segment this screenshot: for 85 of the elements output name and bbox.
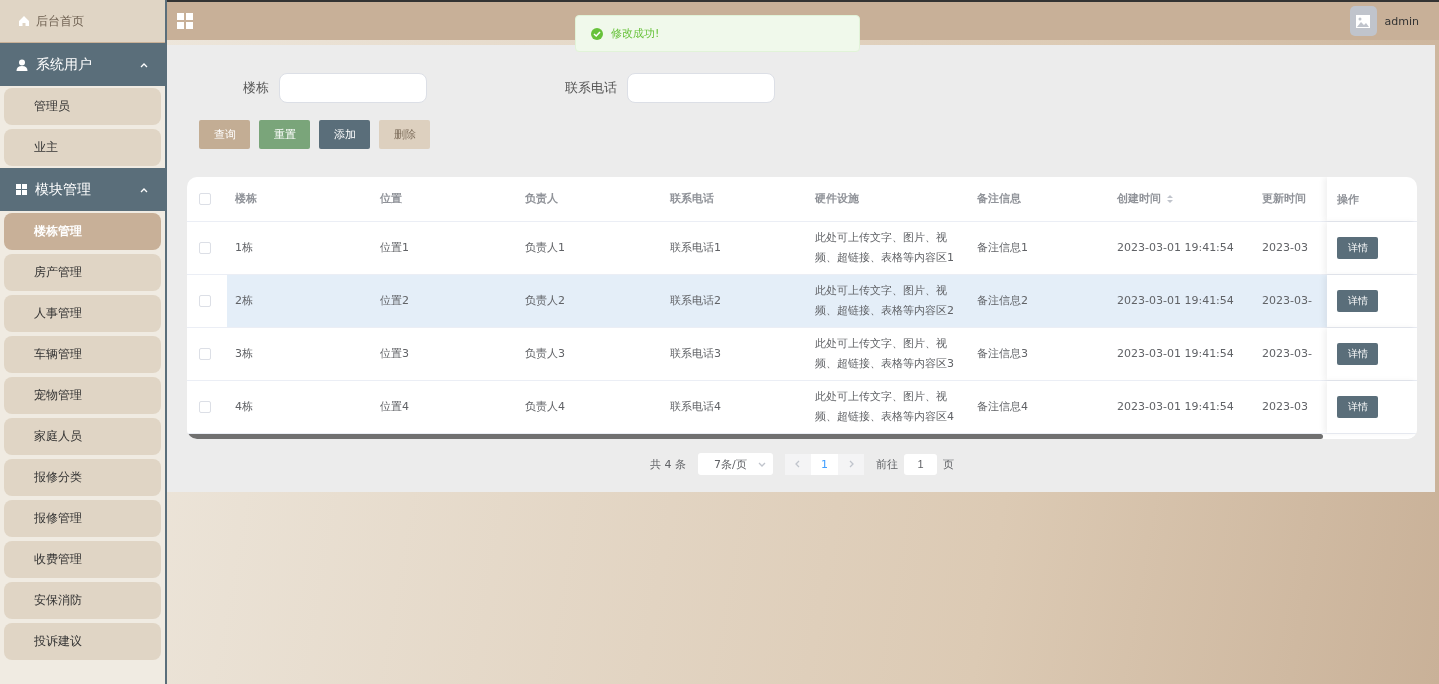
- sidebar-item[interactable]: 管理员: [4, 88, 161, 125]
- sidebar-item[interactable]: 房产管理: [4, 254, 161, 291]
- table-cell-text: 4栋: [235, 399, 253, 415]
- page-input[interactable]: 1: [904, 453, 937, 475]
- scrollbar[interactable]: [187, 434, 1323, 439]
- checkbox[interactable]: [199, 193, 211, 205]
- checkbox[interactable]: [199, 242, 211, 254]
- table-cell-text: 2栋: [235, 293, 253, 309]
- field-label: 联系电话: [564, 79, 618, 97]
- page-suffix: 页: [943, 456, 954, 472]
- table-cell-text: 2023-03-01 19:41:54: [1117, 399, 1234, 415]
- column-header: 更新时间: [1261, 191, 1307, 207]
- sort-icon: [1166, 194, 1174, 204]
- table-cell-text: 2023-03-: [1262, 293, 1312, 309]
- column-header: 联系电话: [669, 191, 715, 207]
- sidebar-item[interactable]: 收费管理: [4, 541, 161, 578]
- table-cell-text: 位置2: [380, 293, 409, 309]
- table-cell-text: 此处可上传文字、图片、视频、超链接、表格等内容区4: [815, 389, 955, 425]
- table-cell-text: 2023-03-01 19:41:54: [1117, 240, 1234, 256]
- column-header: 操作: [1337, 191, 1359, 207]
- home-icon: [18, 15, 30, 27]
- search-field[interactable]: [627, 73, 775, 103]
- table-cell-text: 2023-03: [1262, 240, 1308, 256]
- detail-button[interactable]: 详情: [1337, 290, 1378, 312]
- sidebar-group[interactable]: 模块管理: [0, 168, 165, 211]
- column-header: 备注信息: [976, 191, 1022, 207]
- column-header: 位置: [379, 191, 403, 207]
- table-cell-text: 备注信息1: [977, 240, 1028, 256]
- sidebar-item[interactable]: 报修分类: [4, 459, 161, 496]
- sidebar-home[interactable]: 后台首页: [0, 0, 165, 43]
- checkbox[interactable]: [199, 401, 211, 413]
- sidebar-item[interactable]: 业主: [4, 129, 161, 166]
- table-cell-text: 1栋: [235, 240, 253, 256]
- table-cell-text: 负责人1: [525, 240, 565, 256]
- table-cell-text: 2023-03: [1262, 399, 1308, 415]
- table-cell-text: 备注信息3: [977, 346, 1028, 362]
- table-cell-text: 联系电话3: [670, 346, 721, 362]
- sidebar-item[interactable]: 宠物管理: [4, 377, 161, 414]
- table-cell-text: 备注信息2: [977, 293, 1028, 309]
- add-button[interactable]: 添加: [319, 120, 370, 149]
- user-icon: [16, 58, 28, 71]
- table-cell-text: 负责人3: [525, 346, 565, 362]
- table-cell-text: 2023-03-01 19:41:54: [1117, 346, 1234, 362]
- table-cell-text: 联系电话1: [670, 240, 721, 256]
- image-icon: [1356, 14, 1371, 28]
- sidebar-item[interactable]: 家庭人员: [4, 418, 161, 455]
- table-cell-text: 此处可上传文字、图片、视频、超链接、表格等内容区1: [815, 230, 955, 266]
- column-header: 硬件设施: [814, 191, 860, 207]
- table-cell-text: 联系电话2: [670, 293, 721, 309]
- table-cell-text: 2023-03-01 19:41:54: [1117, 293, 1234, 309]
- sidebar-item[interactable]: 报修管理: [4, 500, 161, 537]
- total-count: 共 4 条: [650, 456, 686, 472]
- table-cell-text: 负责人2: [525, 293, 565, 309]
- table-cell-text: 负责人4: [525, 399, 565, 415]
- sidebar-group[interactable]: 系统用户: [0, 43, 165, 86]
- table-cell-text: 联系电话4: [670, 399, 721, 415]
- grid-icon[interactable]: [177, 13, 193, 29]
- table-cell-text: 位置3: [380, 346, 409, 362]
- table-cell-text: 位置4: [380, 399, 409, 415]
- check-icon: [591, 27, 603, 40]
- page-size-select[interactable]: 7条/页: [698, 453, 773, 475]
- detail-button[interactable]: 详情: [1337, 237, 1378, 259]
- search-field[interactable]: [279, 73, 427, 103]
- sidebar-item[interactable]: 车辆管理: [4, 336, 161, 373]
- table-cell-text: 2023-03-: [1262, 346, 1312, 362]
- goto-label: 前往: [876, 456, 898, 472]
- table-cell-text: 备注信息4: [977, 399, 1028, 415]
- user-name: admin: [1384, 14, 1419, 28]
- column-header: 楼栋: [234, 191, 258, 207]
- sidebar-item[interactable]: 投诉建议: [4, 623, 161, 660]
- checkbox[interactable]: [199, 348, 211, 360]
- checkbox[interactable]: [199, 295, 211, 307]
- sidebar-item[interactable]: 人事管理: [4, 295, 161, 332]
- field-label: 楼栋: [242, 79, 270, 97]
- table-cell-text: 位置1: [380, 240, 409, 256]
- table-cell-text: 此处可上传文字、图片、视频、超链接、表格等内容区2: [815, 283, 955, 319]
- column-header: 负责人: [524, 191, 559, 207]
- table-cell-text: 3栋: [235, 346, 253, 362]
- avatar[interactable]: [1349, 6, 1377, 36]
- grid-icon: [16, 184, 27, 195]
- table-cell-text: 此处可上传文字、图片、视频、超链接、表格等内容区3: [815, 336, 955, 372]
- detail-button[interactable]: 详情: [1337, 343, 1378, 365]
- detail-button[interactable]: 详情: [1337, 396, 1378, 418]
- sidebar-item[interactable]: 安保消防: [4, 582, 161, 619]
- toast-message: 修改成功!: [611, 26, 660, 41]
